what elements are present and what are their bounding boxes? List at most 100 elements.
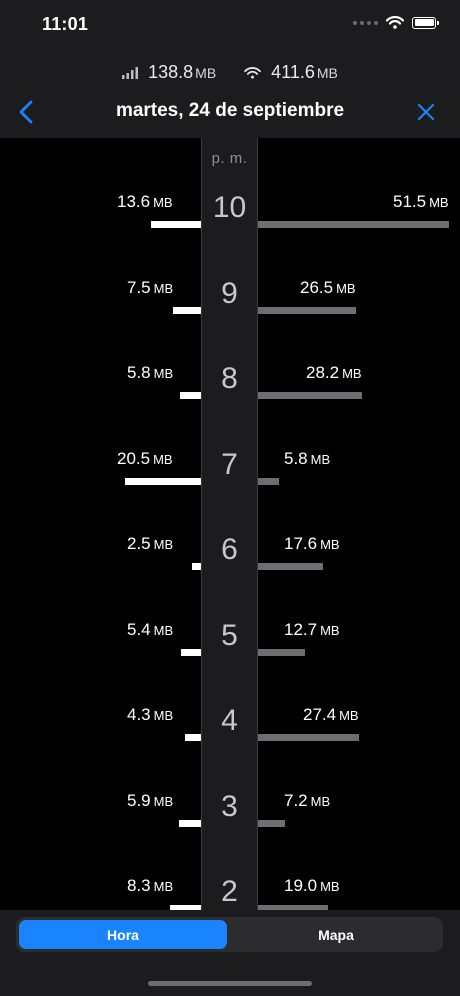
close-button[interactable] [414,100,438,124]
tab-hour[interactable]: Hora [19,920,227,949]
right-value-unit: MB [310,451,331,467]
right-value-label: 26.5 MB [300,278,356,298]
left-value-label: 5.4 MB [127,620,173,640]
right-value-label: 7.2 MB [284,791,330,811]
hour-label: 9 [221,276,238,310]
left-value-number: 8.3 [127,876,151,895]
header-panel: 11:01 138.8 MB 411.6 MB martes, 24 de se… [0,0,460,138]
right-usage-bar [258,221,449,228]
left-value-unit: MB [153,622,174,638]
left-value-label: 13.6 MB [117,192,173,212]
left-value-label: 2.5 MB [127,534,173,554]
right-value-number: 27.4 [303,705,337,724]
hourly-usage-chart: p. m. 10 13.6 MB 51.5 MB 9 7.5 MB 26.5 MB 8 5.8 MB 28… [0,138,460,912]
left-value-label: 5.9 MB [127,791,173,811]
right-value-label: 51.5 MB [393,192,449,212]
hour-label: 5 [221,618,238,652]
hour-label: 2 [221,875,238,908]
wifi-usage-unit: MB [316,65,338,81]
bottom-panel: Hora Mapa [0,910,460,996]
left-value-unit: MB [153,879,174,894]
cellular-signal-icon [353,20,378,25]
wifi-usage-value: 411.6 [271,62,315,82]
hour-label: 7 [221,447,238,481]
left-value-unit: MB [153,708,174,723]
left-value-unit: MB [153,366,174,381]
left-value-unit: MB [153,793,174,809]
right-value-label: 5.8 MB [284,449,330,469]
right-value-number: 28.2 [306,363,340,382]
hour-label: 10 [212,191,247,224]
left-value-number: 5.4 [127,619,151,639]
status-icons [353,16,439,29]
tab-map[interactable]: Mapa [232,920,440,949]
left-usage-bar [151,221,201,228]
home-indicator [148,981,312,986]
hour-label: 8 [221,362,238,395]
battery-icon [412,16,439,29]
left-value-number: 20.5 [117,448,151,468]
hour-label: 6 [221,533,238,566]
left-value-unit: MB [153,280,174,296]
right-value-number: 19.0 [284,876,318,895]
right-usage-bar [258,648,305,656]
right-value-label: 17.6 MB [284,534,340,554]
right-value-unit: MB [320,879,340,894]
left-usage-bar [180,392,201,399]
cellular-usage-value: 138.8 [148,62,194,82]
cellular-usage-unit: MB [195,65,217,81]
cellular-usage: 138.8 MB [122,62,216,83]
right-usage-bar [258,392,362,399]
right-value-number: 5.8 [284,448,308,468]
page-title: martes, 24 de septiembre [115,100,345,121]
right-value-number: 51.5 [393,192,427,211]
left-value-number: 2.5 [127,534,151,553]
left-usage-bar [173,306,201,314]
left-value-label: 4.3 MB [127,705,173,725]
right-value-unit: MB [342,366,362,381]
right-usage-bar [258,477,279,485]
wifi-usage: 411.6 MB [244,62,338,83]
right-value-label: 28.2 MB [306,363,362,383]
right-value-number: 12.7 [284,619,318,639]
left-value-number: 5.9 [127,790,151,810]
left-usage-bar [192,563,201,570]
right-usage-bar [258,306,356,314]
right-value-label: 27.4 MB [303,705,359,725]
left-value-unit: MB [153,195,173,210]
status-time: 11:01 [42,14,89,34]
hour-label: 3 [221,789,238,823]
left-value-label: 8.3 MB [127,876,173,896]
left-value-label: 5.8 MB [127,363,173,383]
left-value-unit: MB [153,537,174,552]
right-value-unit: MB [429,195,449,210]
left-value-number: 4.3 [127,705,151,724]
close-icon [417,103,435,121]
right-value-number: 17.6 [284,534,318,553]
right-value-label: 19.0 MB [284,876,340,896]
right-value-unit: MB [320,622,340,638]
period-label: p. m. [211,150,248,167]
left-value-number: 7.5 [127,277,151,297]
left-usage-bar [125,477,201,485]
right-usage-bar [258,563,323,570]
left-value-number: 13.6 [117,192,151,211]
left-value-label: 20.5 MB [117,449,173,469]
usage-summary: 138.8 MB 411.6 MB [0,62,460,83]
left-value-number: 5.8 [127,363,151,382]
view-segmented-control: Hora Mapa [16,917,443,952]
right-value-unit: MB [310,793,331,809]
left-usage-bar [179,819,201,827]
right-value-unit: MB [336,280,356,296]
right-value-number: 7.2 [284,790,308,810]
left-usage-bar [181,648,201,656]
hour-label: 4 [221,704,238,737]
right-value-unit: MB [339,708,359,723]
right-usage-bar [258,734,359,741]
right-value-number: 26.5 [300,277,334,297]
right-usage-bar [258,819,285,827]
wifi-icon [386,16,404,29]
right-value-label: 12.7 MB [284,620,340,640]
cellular-bars-icon [122,66,139,79]
left-usage-bar [185,734,201,741]
